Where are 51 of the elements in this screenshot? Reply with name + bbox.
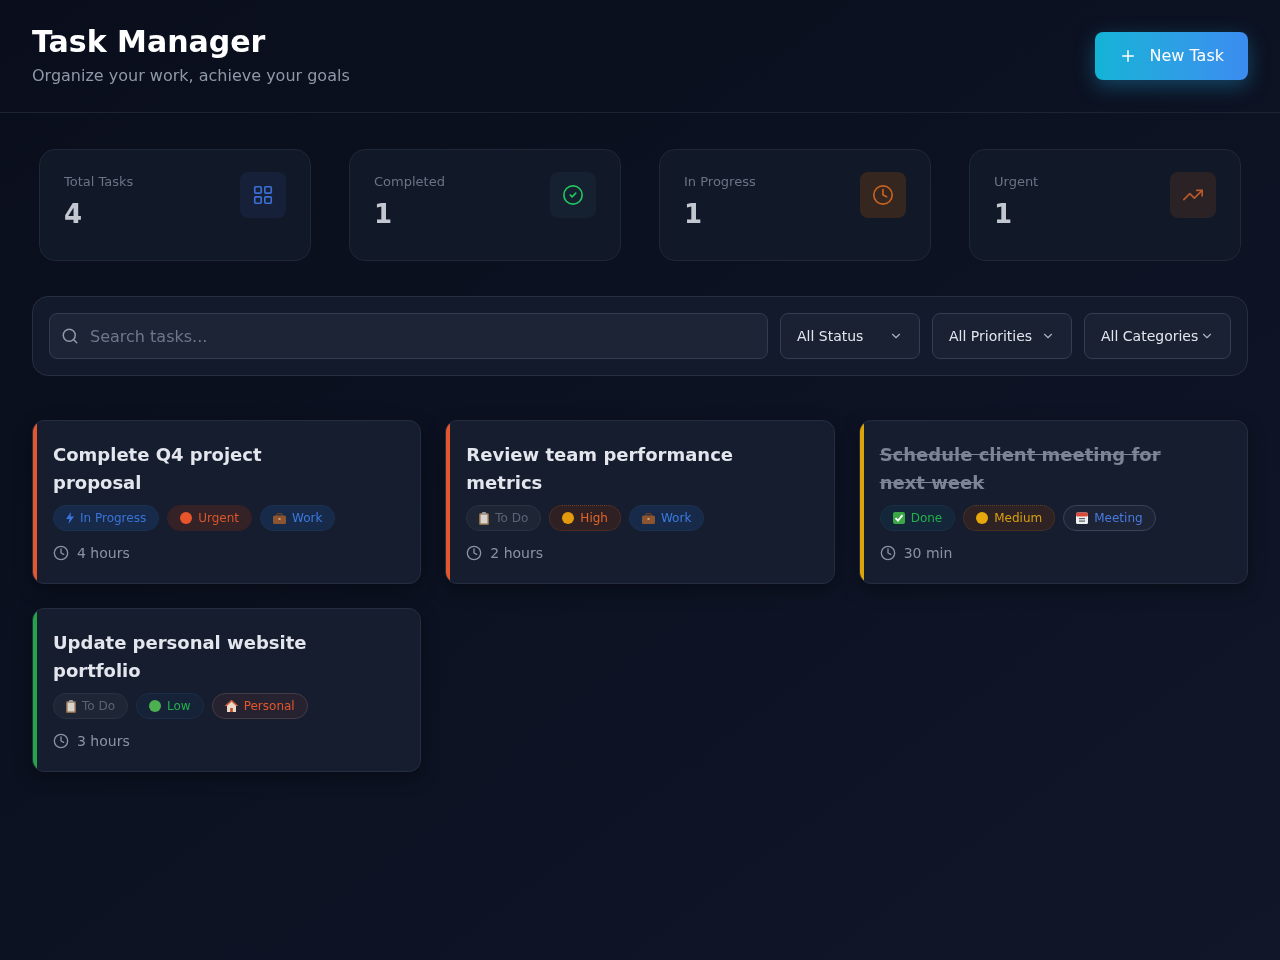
clock-icon xyxy=(53,545,69,561)
clipboard-icon xyxy=(66,699,76,713)
stat-value: 1 xyxy=(994,198,1014,231)
clock-icon xyxy=(53,733,69,749)
search-field[interactable]: Search tasks... xyxy=(49,313,768,359)
trending-up-tile-icon xyxy=(1170,172,1216,218)
filter-dropdown[interactable]: All Categories xyxy=(1084,313,1231,359)
filter-dropdown[interactable]: All Priorities xyxy=(932,313,1072,359)
stat-label: Urgent xyxy=(994,173,1039,191)
task-duration: 2 hours xyxy=(490,544,544,563)
stat-value: 1 xyxy=(374,198,394,231)
status-badge: To Do xyxy=(53,693,129,719)
filter-dropdown[interactable]: All Status xyxy=(780,313,920,359)
briefcase-icon xyxy=(273,512,286,524)
clock-icon xyxy=(466,545,483,561)
task-title: Schedule client meeting for next week xyxy=(879,443,1162,495)
search-icon xyxy=(61,327,79,345)
briefcase-icon xyxy=(641,512,655,524)
status-badge: Done xyxy=(879,505,956,531)
check-circle-tile-icon xyxy=(550,172,596,218)
stat-value: 4 xyxy=(64,198,84,231)
page-subtitle: Organize your work, achieve your goals xyxy=(32,65,350,87)
priority-badge: Medium xyxy=(963,505,1056,531)
task-title: Update personal website portfolio xyxy=(53,631,308,683)
house-icon xyxy=(224,700,238,712)
grid-tile-icon xyxy=(240,172,286,218)
task-duration: 4 hours xyxy=(77,544,130,563)
checkbox-icon xyxy=(892,512,905,524)
page-title: Task Manager xyxy=(32,24,267,60)
stat-value: 1 xyxy=(684,198,704,231)
task-title: Review team performance metrics xyxy=(466,443,735,495)
stat-label: Total Tasks xyxy=(64,173,134,191)
priority-badge: Urgent xyxy=(167,505,252,531)
category-badge: Work xyxy=(628,505,705,531)
priority-badge: Low xyxy=(136,693,204,719)
task-duration: 3 hours xyxy=(77,732,130,751)
calendar-icon xyxy=(1076,512,1089,524)
category-badge: Meeting xyxy=(1063,505,1156,531)
stat-label: In Progress xyxy=(684,173,756,191)
priority-badge: High xyxy=(549,505,621,531)
task-duration: 30 min xyxy=(903,544,953,563)
category-badge: Personal xyxy=(211,693,308,719)
lightning-icon xyxy=(66,512,74,524)
stat-label: Completed xyxy=(374,173,445,191)
clipboard-icon xyxy=(479,511,490,525)
category-badge: Work xyxy=(260,505,336,531)
status-badge: To Do xyxy=(466,505,542,531)
task-title: Complete Q4 project proposal xyxy=(53,443,263,495)
clock-tile-icon xyxy=(860,172,906,218)
status-badge: In Progress xyxy=(53,505,160,531)
clock-icon xyxy=(879,545,896,561)
